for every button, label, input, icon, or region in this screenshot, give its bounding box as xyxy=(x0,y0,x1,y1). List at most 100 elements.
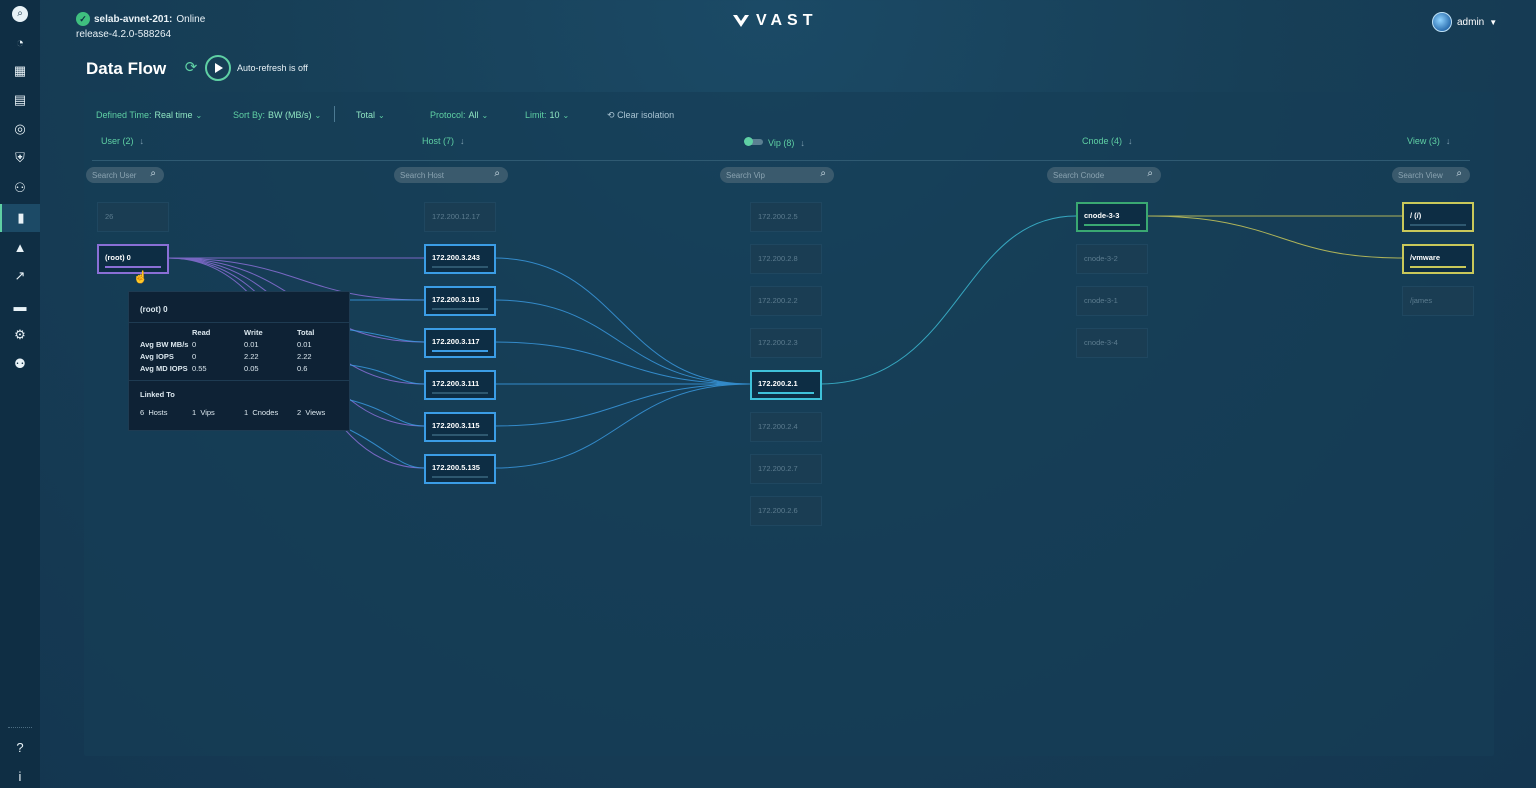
release-version: release-4.2.0-588264 xyxy=(76,29,172,40)
column-header-host[interactable]: Host (7) ↓ xyxy=(422,136,465,146)
vip-node[interactable]: 172.200.2.1 xyxy=(750,370,822,400)
sort-by-value: BW (MB/s) xyxy=(268,110,312,120)
alerts-icon[interactable]: ▲ xyxy=(0,233,40,261)
cnode-node[interactable]: cnode-3-4 xyxy=(1076,328,1148,358)
host-node[interactable]: 172.200.3.111 xyxy=(424,370,496,400)
tooltip-cell: 0 xyxy=(192,340,197,349)
tooltip-cell: 2.22 xyxy=(297,352,312,361)
element-store-icon[interactable]: ▤ xyxy=(0,86,40,114)
settings-icon[interactable]: ⚙ xyxy=(0,321,40,349)
vip-node-label: 172.200.2.3 xyxy=(758,338,798,347)
host-node-label: 172.200.5.135 xyxy=(432,463,480,472)
view-node-label: / (/) xyxy=(1410,211,1422,220)
tooltip-divider xyxy=(129,322,349,323)
host-node[interactable]: 172.200.3.115 xyxy=(424,412,496,442)
search-icon: ⌕ xyxy=(1456,168,1462,179)
host-node[interactable]: 172.200.3.113 xyxy=(424,286,496,316)
host-node-label: 172.200.3.115 xyxy=(432,421,480,430)
users-icon[interactable]: ⚇ xyxy=(0,174,40,202)
storage-icon[interactable]: ▦ xyxy=(0,57,40,85)
admin-settings-icon[interactable]: ⚉ xyxy=(0,350,40,378)
linked-label: Vips xyxy=(200,408,215,417)
play-button[interactable] xyxy=(205,55,231,81)
pointer-cursor-icon: ☝ xyxy=(133,270,148,284)
tooltip-header-total: Total xyxy=(297,328,315,337)
search-cnode-placeholder: Search Cnode xyxy=(1053,170,1105,180)
column-header-cnode[interactable]: Cnode (4) ↓ xyxy=(1082,136,1133,146)
cnode-node[interactable]: cnode-3-3 xyxy=(1076,202,1148,232)
tooltip-header-read: Read xyxy=(192,328,211,337)
help-label: ? xyxy=(16,739,24,755)
node-usage-bar xyxy=(105,266,161,268)
search-cnode-input[interactable]: Search Cnode ⌕ xyxy=(1047,167,1161,183)
history-icon: ⟲ xyxy=(607,110,615,120)
username: admin xyxy=(1457,16,1485,28)
search-vip-placeholder: Search Vip xyxy=(726,170,765,180)
host-node[interactable]: 172.200.12.17 xyxy=(424,202,496,232)
cluster-online-status: Online xyxy=(176,13,206,25)
vip-node-label: 172.200.2.5 xyxy=(758,212,798,221)
vip-node-label: 172.200.2.2 xyxy=(758,296,798,305)
search-host-input[interactable]: Search Host ⌕ xyxy=(394,167,508,183)
search-vip-input[interactable]: Search Vip ⌕ xyxy=(720,167,834,183)
column-header-user[interactable]: User (2) ↓ xyxy=(101,136,144,146)
sort-arrow-icon: ↓ xyxy=(1128,136,1133,146)
column-header-vip[interactable]: Vip (8) ↓ xyxy=(768,138,805,148)
search-view-input[interactable]: Search View ⌕ xyxy=(1392,167,1470,183)
view-node[interactable]: / (/) xyxy=(1402,202,1474,232)
refresh-icon[interactable]: ⟳ xyxy=(182,59,200,77)
sort-by-filter[interactable]: Sort By: BW (MB/s) ⌄ xyxy=(233,110,321,120)
cnode-node[interactable]: cnode-3-2 xyxy=(1076,244,1148,274)
info-icon[interactable]: i xyxy=(0,762,40,788)
host-node[interactable]: 172.200.3.243 xyxy=(424,244,496,274)
help-icon[interactable]: ? xyxy=(0,733,40,761)
user-menu[interactable]: admin ▼ xyxy=(1432,12,1497,32)
sort-arrow-icon: ↓ xyxy=(1445,136,1451,146)
column-header-view[interactable]: View (3) ↓ xyxy=(1407,136,1450,146)
sidebar: ⌕ ◔ ▦ ▤ ◎ ⛨ ⚇ ▮ ▲ ↗ ▬ ⚙ ⚉ ? i xyxy=(0,0,40,788)
host-node[interactable]: 172.200.3.117 xyxy=(424,328,496,358)
user-node[interactable]: 26 xyxy=(97,202,169,232)
dashboard-icon[interactable]: ◔ xyxy=(0,28,40,56)
security-icon[interactable]: ⛨ xyxy=(0,144,40,172)
view-node[interactable]: /james xyxy=(1402,286,1474,316)
host-node[interactable]: 172.200.5.135 xyxy=(424,454,496,484)
sidebar-divider xyxy=(8,727,32,728)
vip-node[interactable]: 172.200.2.7 xyxy=(750,454,822,484)
auto-refresh-status: Auto-refresh is off xyxy=(237,63,308,73)
vip-node[interactable]: 172.200.2.2 xyxy=(750,286,822,316)
node-usage-bar xyxy=(432,476,488,478)
search-user-input[interactable]: Search User ⌕ xyxy=(86,167,164,183)
vip-node[interactable]: 172.200.2.8 xyxy=(750,244,822,274)
view-node[interactable]: /vmware xyxy=(1402,244,1474,274)
defined-time-value: Real time xyxy=(154,110,193,120)
vip-node[interactable]: 172.200.2.3 xyxy=(750,328,822,358)
hardware-icon[interactable]: ▬ xyxy=(0,292,40,320)
tooltip-linked-to-label: Linked To xyxy=(140,390,175,399)
clear-isolation-button[interactable]: ⟲ Clear isolation xyxy=(607,110,674,121)
protocol-filter[interactable]: Protocol: All ⌄ xyxy=(430,110,488,120)
user-node-label: (root) 0 xyxy=(105,253,131,262)
column-view-label: View (3) xyxy=(1407,136,1440,146)
defined-time-filter[interactable]: Defined Time: Real time ⌄ xyxy=(96,110,202,120)
network-icon[interactable]: ◎ xyxy=(0,115,40,143)
chevron-down-icon: ⌄ xyxy=(314,110,322,120)
node-usage-bar xyxy=(1410,266,1466,268)
tooltip-linked-views: 2 Views xyxy=(297,408,325,417)
limit-value: 10 xyxy=(549,110,560,120)
trends-icon[interactable]: ↗ xyxy=(0,262,40,290)
limit-filter[interactable]: Limit: 10 ⌄ xyxy=(525,110,569,120)
host-node-label: 172.200.12.17 xyxy=(432,212,480,221)
search-icon[interactable]: ⌕ xyxy=(0,0,40,28)
total-filter[interactable]: Total ⌄ xyxy=(356,110,385,120)
node-tooltip: (root) 0 Read Write Total Avg BW MB/s 0 … xyxy=(128,291,350,431)
vip-toggle[interactable] xyxy=(744,137,763,146)
column-host-label: Host (7) xyxy=(422,136,455,146)
vip-node[interactable]: 172.200.2.4 xyxy=(750,412,822,442)
vip-node[interactable]: 172.200.2.5 xyxy=(750,202,822,232)
analytics-icon[interactable]: ▮ xyxy=(0,204,40,232)
cnode-node[interactable]: cnode-3-1 xyxy=(1076,286,1148,316)
vip-node[interactable]: 172.200.2.6 xyxy=(750,496,822,526)
node-usage-bar xyxy=(758,392,814,394)
clear-isolation-label: Clear isolation xyxy=(617,110,675,120)
